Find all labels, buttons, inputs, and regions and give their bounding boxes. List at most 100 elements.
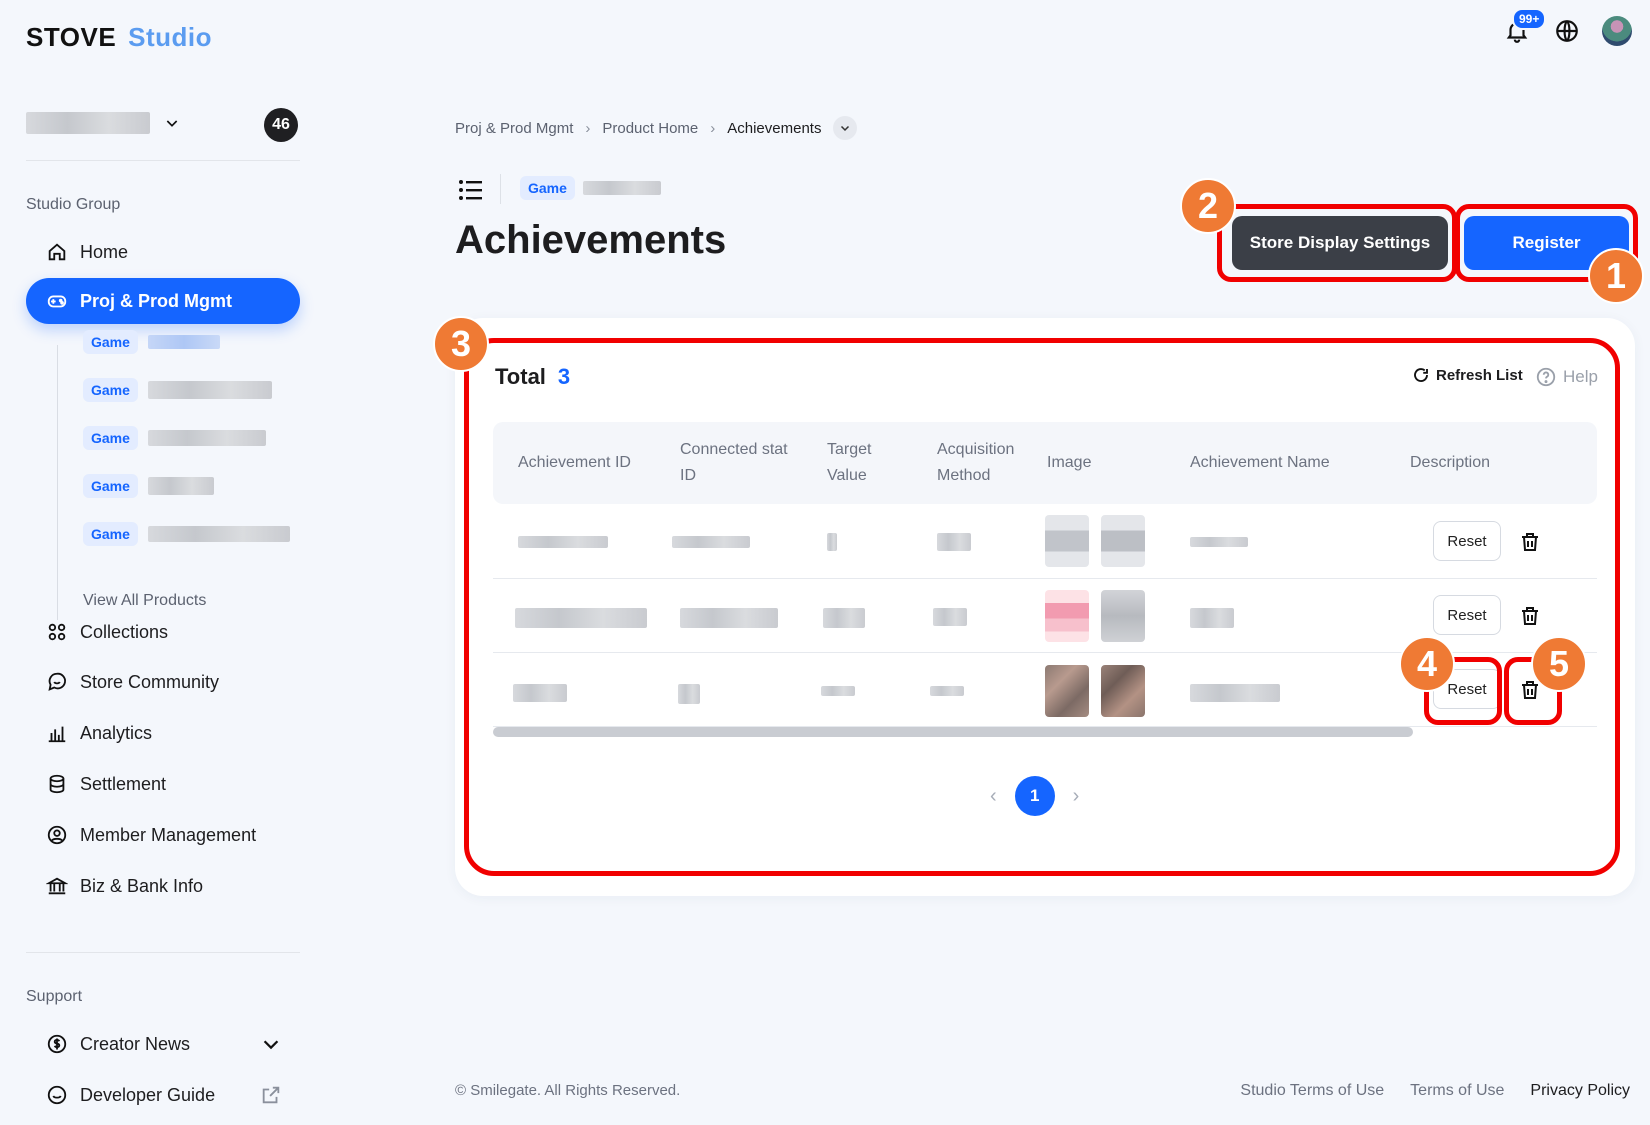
refresh-icon [1414, 368, 1428, 382]
breadcrumb: Proj & Prod Mgmt › Product Home › Achiev… [455, 116, 858, 140]
trash-icon[interactable] [1518, 530, 1542, 554]
column-header: Image [1047, 454, 1092, 471]
sidebar-item-biz-bank-info[interactable]: Biz & Bank Info [26, 863, 300, 909]
marker-3: 3 [433, 316, 489, 372]
page-title: Achievements [455, 218, 727, 262]
product-name [147, 335, 220, 349]
marker-1: 1 [1588, 248, 1644, 304]
refresh-list-button[interactable]: Refresh List [1412, 366, 1523, 384]
footer-links: Studio Terms of Use Terms of Use Privacy… [1240, 1082, 1630, 1100]
sidebar-item-collections[interactable]: Collections [26, 609, 300, 655]
studio-terms-link[interactable]: Studio Terms of Use [1240, 1082, 1384, 1100]
grid-icon [48, 623, 66, 641]
sidebar-item-label: Analytics [80, 722, 153, 743]
privacy-policy-link[interactable]: Privacy Policy [1530, 1082, 1630, 1100]
game-tag: Game [83, 378, 138, 402]
chat-icon [48, 672, 66, 691]
view-all-products-link[interactable]: View All Products [83, 592, 206, 610]
sub-product-item[interactable]: Game [83, 378, 272, 402]
refresh-label: Refresh List [1436, 366, 1523, 384]
sidebar-item-member-management[interactable]: Member Management [26, 812, 300, 858]
game-tag: Game [520, 176, 575, 200]
sidebar-item-home[interactable]: Home [26, 229, 300, 275]
total-label: Total [495, 364, 546, 389]
achievement-id [515, 608, 647, 628]
avatar[interactable] [1602, 16, 1632, 46]
breadcrumb-dropdown-button[interactable] [833, 116, 858, 140]
achievement-id [518, 536, 608, 548]
page-number-button[interactable]: 1 [1014, 776, 1055, 816]
sidebar-item-creator-news[interactable]: Creator News [26, 1021, 300, 1067]
achievement-name [1190, 684, 1280, 702]
top-icons: 99+ [1502, 8, 1632, 46]
notifications-button[interactable]: 99+ [1502, 8, 1547, 46]
sidebar-item-label: Proj & Prod Mgmt [80, 290, 232, 311]
terms-link[interactable]: Terms of Use [1410, 1082, 1504, 1100]
reset-button[interactable]: Reset [1433, 595, 1501, 635]
target-value [827, 533, 837, 551]
connected-stat-id [672, 536, 750, 548]
achievement-image [1101, 515, 1145, 567]
next-page-button[interactable]: › [1073, 785, 1080, 808]
prev-page-button[interactable]: ‹ [990, 785, 997, 808]
connected-stat-id [680, 608, 778, 628]
breadcrumb-current: Achievements [727, 119, 822, 137]
sidebar-item-store-community[interactable]: Store Community [26, 659, 300, 705]
marker-4: 4 [1399, 636, 1455, 692]
sidebar-item-label: Developer Guide [80, 1084, 216, 1105]
language-button[interactable] [1552, 16, 1582, 46]
product-name [147, 477, 214, 495]
sub-product-item[interactable]: Game [83, 330, 220, 354]
product-name [147, 430, 266, 446]
product-chip: Game [520, 176, 661, 200]
acquisition-method [937, 533, 971, 551]
breadcrumb-item[interactable]: Proj & Prod Mgmt [455, 120, 573, 137]
column-header: Acquisition Method [937, 441, 1015, 484]
logo-primary: STOVE [26, 22, 117, 52]
game-tag: Game [83, 522, 138, 546]
sidebar-item-developer-guide[interactable]: Developer Guide [26, 1072, 300, 1118]
trash-icon[interactable] [1518, 604, 1542, 628]
sidebar-item-label: Store Community [80, 671, 220, 692]
help-button[interactable]: Help [1535, 366, 1598, 388]
sidebar-item-settlement[interactable]: Settlement [26, 761, 300, 807]
org-count-badge: 46 [264, 108, 298, 142]
sidebar-item-proj-prod-mgmt[interactable]: Proj & Prod Mgmt [26, 278, 300, 324]
achievement-id [513, 684, 567, 702]
product-name [147, 526, 290, 542]
title-divider [500, 174, 501, 204]
game-tag: Game [83, 474, 138, 498]
breadcrumb-item[interactable]: Product Home [602, 120, 698, 137]
pagination: ‹ 1 › [990, 776, 1079, 816]
store-display-settings-button[interactable]: Store Display Settings [1232, 216, 1448, 270]
sub-product-item[interactable]: Game [83, 522, 290, 546]
dollar-icon [47, 1034, 67, 1054]
horizontal-scrollbar[interactable] [493, 727, 1413, 737]
target-value [823, 608, 865, 628]
sidebar-divider [26, 952, 300, 953]
sidebar-item-label: Biz & Bank Info [80, 875, 204, 896]
sub-tree-line [57, 345, 58, 620]
achievement-image [1101, 665, 1145, 717]
sub-product-item[interactable]: Game [83, 474, 214, 498]
sidebar-item-label: Collections [80, 621, 169, 642]
bank-icon [46, 877, 68, 895]
support-label: Support [26, 988, 83, 1005]
achievement-image [1045, 665, 1089, 717]
acquisition-method [930, 686, 964, 696]
reset-button[interactable]: Reset [1433, 521, 1501, 561]
marker-5: 5 [1531, 636, 1587, 692]
achievement-image [1045, 590, 1089, 642]
game-tag: Game [83, 330, 138, 354]
help-icon [1536, 367, 1556, 387]
gamepad-icon [47, 295, 67, 308]
sidebar-item-analytics[interactable]: Analytics [26, 710, 300, 756]
studio-logo[interactable]: STOVE Studio [26, 22, 212, 53]
target-value [821, 686, 855, 696]
column-header: Connected stat ID [680, 441, 788, 484]
copyright: © Smilegate. All Rights Reserved. [455, 1082, 681, 1099]
org-selector[interactable] [26, 112, 180, 134]
list-icon[interactable] [458, 178, 484, 202]
sub-product-item[interactable]: Game [83, 426, 266, 450]
chevron-down-icon [263, 1040, 279, 1050]
